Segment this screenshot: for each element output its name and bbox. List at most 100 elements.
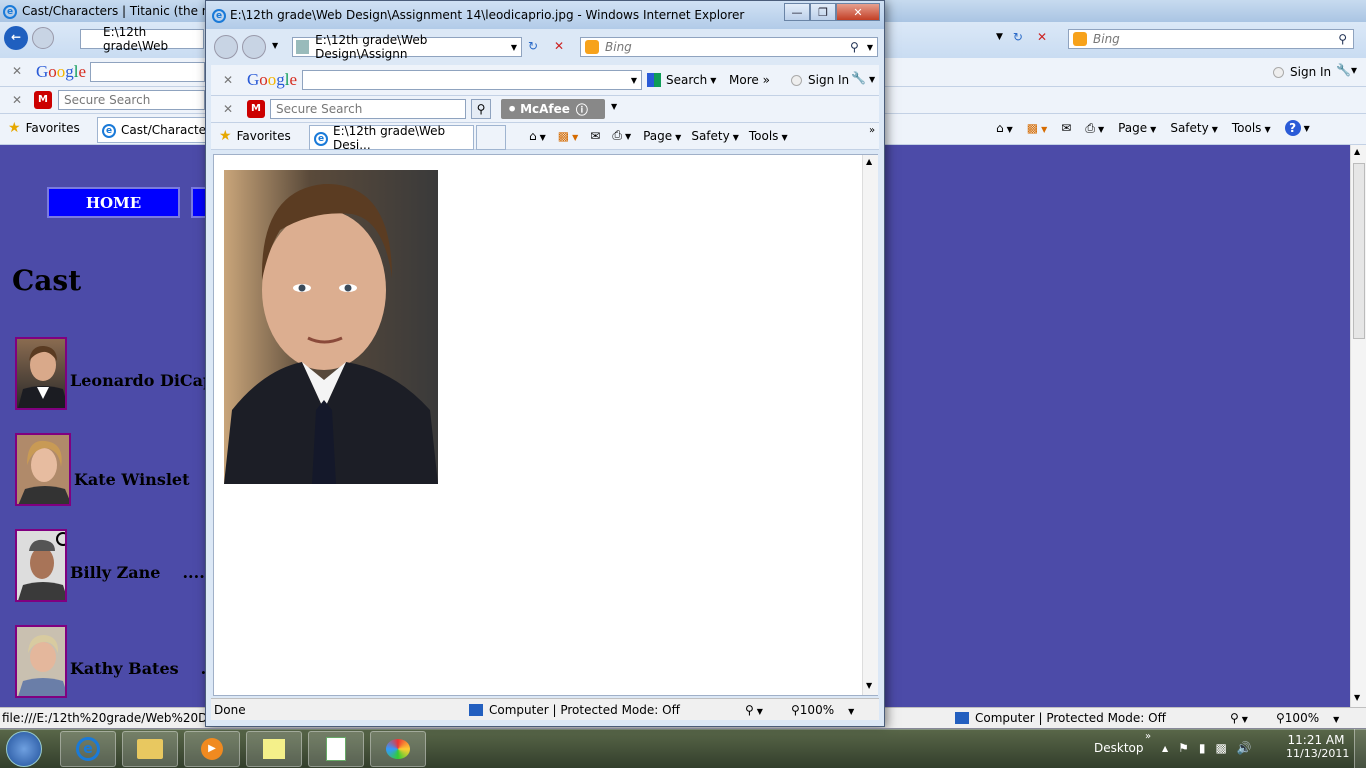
back-bing-search[interactable]: Bing ⚲ — [1068, 29, 1354, 49]
zoom-icon: ⚲ — [1276, 711, 1285, 725]
home-icon[interactable]: ⌂ ▼ — [529, 129, 546, 143]
back-google-input[interactable] — [90, 62, 205, 82]
search-icon[interactable]: ⚲ — [850, 40, 859, 54]
actor-name: Leonardo DiCap — [70, 371, 215, 390]
more-button[interactable]: More » — [729, 73, 770, 87]
scroll-up-icon[interactable]: ▲ — [1354, 147, 1360, 156]
scroll-down-icon[interactable]: ▼ — [866, 681, 872, 690]
taskbar-explorer[interactable] — [122, 731, 178, 767]
scroll-down-icon[interactable]: ▼ — [1354, 693, 1360, 702]
mail-icon[interactable]: ✉ — [590, 129, 600, 143]
popup-sign-in[interactable]: Sign In — [791, 73, 849, 87]
refresh-icon[interactable]: ↻ — [528, 39, 538, 53]
back-arrow-icon[interactable]: ← — [4, 26, 28, 50]
tray-expand-icon[interactable]: ▲ — [1162, 744, 1168, 753]
close-button[interactable]: ✕ — [836, 3, 880, 21]
menu-safety[interactable]: Safety ▼ — [1170, 121, 1218, 135]
popup-tab[interactable]: e E:\12th grade\Web Desi... — [309, 124, 474, 152]
close-toolbar-icon[interactable]: ✕ — [223, 102, 233, 116]
dropdown-icon[interactable]: ▼ — [511, 43, 517, 52]
refresh-icon[interactable]: ↻ — [1013, 30, 1023, 44]
start-button[interactable] — [6, 731, 42, 767]
back-tab[interactable]: e Cast/Characters — [97, 117, 217, 143]
minimize-button[interactable]: — — [784, 3, 810, 21]
page-scrollbar[interactable]: ▲ ▼ — [1350, 145, 1366, 707]
actor-photo[interactable] — [15, 529, 67, 602]
back-secure-search-input[interactable]: Secure Search — [58, 90, 205, 110]
stop-icon[interactable]: ✕ — [554, 39, 564, 53]
taskbar-ie[interactable]: e — [60, 731, 116, 767]
battery-icon[interactable]: ▮ — [1199, 741, 1206, 755]
wrench-icon[interactable]: 🔧▾ — [1336, 63, 1357, 77]
wrench-icon[interactable]: 🔧 ▼ — [851, 71, 875, 85]
forward-arrow-icon[interactable] — [32, 27, 54, 49]
popup-window-title: E:\12th grade\Web Design\Assignment 14\l… — [230, 8, 745, 22]
volume-icon[interactable]: 🔊 — [1237, 741, 1252, 755]
search-icon[interactable]: ⚲ — [1338, 32, 1347, 46]
file-icon — [296, 40, 310, 54]
home-icon[interactable]: ⌂ ▼ — [996, 121, 1013, 135]
back-arrow-icon[interactable] — [214, 35, 238, 59]
favorites-button[interactable]: ★ Favorites — [219, 128, 291, 144]
network-icon[interactable]: ▩ — [1216, 741, 1227, 755]
forward-arrow-icon[interactable] — [242, 35, 266, 59]
dropdown-icon[interactable]: ▼ — [996, 32, 1003, 42]
help-icon[interactable]: ? — [1284, 120, 1301, 136]
nav-home-button[interactable]: HOME — [47, 187, 180, 218]
mail-icon[interactable]: ✉ — [1061, 121, 1071, 135]
cast-row: Billy Zane ....... — [15, 529, 221, 602]
popup-google-input[interactable]: ▼ — [302, 70, 642, 90]
popup-secure-search-input[interactable]: Secure Search — [270, 99, 466, 119]
print-icon[interactable]: ⎙ ▼ — [1085, 121, 1104, 136]
mcafee-button[interactable]: ⚫ McAfee ⓘ — [501, 99, 605, 119]
popup-scrollbar[interactable]: ▲ ▼ — [862, 155, 878, 695]
menu-safety[interactable]: Safety ▼ — [691, 129, 739, 143]
search-icon[interactable]: ⚲ — [471, 99, 491, 119]
close-toolbar-icon[interactable]: ✕ — [12, 64, 22, 78]
dropdown-icon[interactable]: ▼ — [867, 43, 873, 52]
scroll-thumb[interactable] — [1353, 163, 1365, 339]
menu-tools[interactable]: Tools ▼ — [749, 129, 788, 143]
new-tab-button[interactable] — [476, 125, 506, 150]
print-icon[interactable]: ⎙ ▼ — [612, 128, 631, 143]
dropdown-icon[interactable]: ▼ — [272, 41, 278, 50]
security-icon[interactable]: ⚲ ▼ — [1230, 711, 1248, 725]
security-icon[interactable]: ⚲ ▼ — [745, 703, 763, 717]
close-toolbar-icon[interactable]: ✕ — [223, 73, 233, 87]
chevron-icon[interactable]: » — [1145, 731, 1151, 742]
taskbar-sticky-notes[interactable] — [246, 731, 302, 767]
back-sign-in[interactable]: Sign In — [1273, 65, 1331, 79]
maximize-button[interactable]: ❐ — [810, 3, 836, 21]
rss-icon[interactable]: ▩ ▼ — [558, 129, 579, 143]
taskbar-notepad[interactable] — [308, 731, 364, 767]
menu-page[interactable]: Page ▼ — [643, 129, 681, 143]
dropdown-icon[interactable]: ▼ — [611, 102, 617, 111]
chevron-icon[interactable]: » — [869, 125, 875, 136]
favorites-button[interactable]: ★ Favorites — [8, 120, 80, 136]
taskbar-paint[interactable] — [370, 731, 426, 767]
menu-tools[interactable]: Tools ▼ — [1232, 121, 1271, 135]
actor-photo[interactable] — [15, 433, 71, 506]
flag-icon[interactable]: ⚑ — [1178, 741, 1189, 755]
dropdown-icon[interactable]: ▼ — [631, 76, 637, 85]
back-address-bar[interactable]: E:\12th grade\Web — [80, 25, 204, 53]
popup-title-bar: e E:\12th grade\Web Design\Assignment 14… — [206, 1, 884, 29]
actor-photo[interactable] — [15, 337, 67, 410]
show-desktop-button[interactable] — [1354, 729, 1366, 768]
zoom-control[interactable]: ⚲100% ▼ — [791, 703, 854, 717]
popup-command-bar: ⌂ ▼ ▩ ▼ ✉ ⎙ ▼ Page ▼ Safety ▼ Tools ▼ — [529, 128, 788, 143]
menu-page[interactable]: Page ▼ — [1118, 121, 1156, 135]
actor-photo[interactable] — [15, 625, 67, 698]
taskbar-media-player[interactable]: ▶ — [184, 731, 240, 767]
desktop-toolbar[interactable]: Desktop — [1094, 741, 1144, 755]
rss-icon[interactable]: ▩ ▼ — [1027, 121, 1048, 135]
popup-bing-search[interactable]: Bing ⚲ ▼ — [580, 37, 878, 57]
scroll-up-icon[interactable]: ▲ — [866, 157, 872, 166]
google-search-button[interactable]: Search ▼ — [647, 73, 716, 87]
clock[interactable]: 11:21 AM 11/13/2011 — [1286, 733, 1349, 760]
close-toolbar-icon[interactable]: ✕ — [12, 93, 22, 107]
popup-address-bar[interactable]: E:\12th grade\Web Design\Assignn ▼ — [292, 33, 522, 61]
stop-icon[interactable]: ✕ — [1037, 30, 1047, 44]
zoom-control[interactable]: ⚲100% ▼ — [1276, 711, 1339, 725]
bing-icon — [585, 40, 599, 54]
